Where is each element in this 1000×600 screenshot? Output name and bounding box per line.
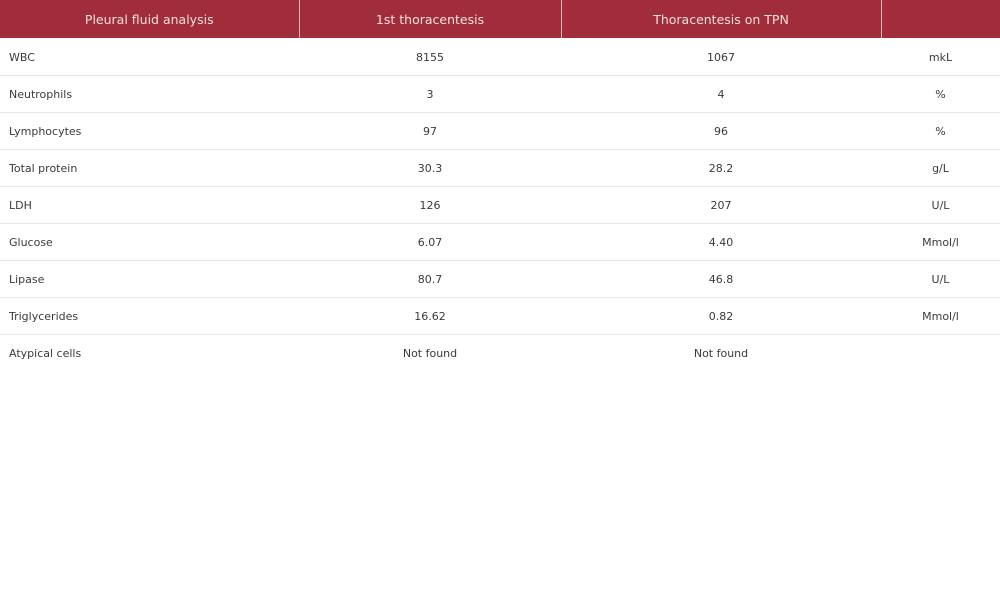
cell-parameter: Neutrophils (0, 75, 299, 113)
cell-thoracentesis-on-tpn: Not found (693, 346, 749, 360)
cell-first-thoracentesis: 80.7 (299, 260, 561, 298)
cell-unit: U/L (881, 260, 1000, 298)
cell-unit (881, 335, 1000, 372)
cell-thoracentesis-on-tpn: 96 (561, 112, 881, 150)
cell-parameter: Lymphocytes (0, 112, 299, 150)
cell-first-thoracentesis: 6.07 (299, 223, 561, 261)
cell-first-thoracentesis: 97 (299, 112, 561, 150)
table-row: Triglycerides 16.62 0.82 Mmol/l (0, 297, 1000, 335)
cell-first-thoracentesis: 8155 (299, 38, 561, 76)
cell-unit: % (881, 112, 1000, 150)
cell-first-thoracentesis: 3 (299, 75, 561, 113)
cell-thoracentesis-on-tpn: 46.8 (561, 260, 881, 298)
table-header: Pleural fluid analysis 1st thoracentesis… (0, 0, 1000, 39)
table-row: Atypical cells Not found Not found (0, 335, 1000, 372)
header-parameter: Pleural fluid analysis (0, 0, 299, 39)
table-row: Lipase 80.7 46.8 U/L (0, 260, 1000, 298)
cell-thoracentesis-on-tpn: 4.40 (561, 223, 881, 261)
cell-parameter: Atypical cells (9, 346, 82, 360)
cell-unit: % (881, 75, 1000, 113)
table-body: WBC 8155 1067 mkL Neutrophils 3 4% Lymphocytes 9… (0, 38, 1000, 372)
cell-first-thoracentesis: Not found (402, 346, 458, 360)
cell-unit: mkL (881, 38, 1000, 76)
cell-first-thoracentesis: 126 (299, 186, 561, 224)
table-row: Neutrophils 3 4% (0, 75, 1000, 113)
header-row: Pleural fluid analysis 1st thoracentesis… (0, 0, 1000, 39)
table-row: Glucose 6.07 4.40 Mmol/l (0, 223, 1000, 261)
cell-parameter: Glucose (0, 223, 299, 261)
cell-thoracentesis-on-tpn: 0.82 (561, 297, 881, 335)
cell-thoracentesis-on-tpn: 4 (561, 75, 881, 113)
pleural-fluid-table: Pleural fluid analysis 1st thoracentesis… (0, 0, 1000, 371)
table-row: LDH 126 207 U/L (0, 186, 1000, 224)
cell-thoracentesis-on-tpn: 207 (561, 186, 881, 224)
cell-unit: Mmol/l (881, 223, 1000, 261)
cell-parameter: LDH (0, 186, 299, 224)
header-thoracentesis-on-tpn: Thoracentesis on TPN (560, 0, 881, 39)
table-row: WBC 8155 1067 mkL (0, 38, 1000, 76)
table-row: Total protein 30.3 28.2 g/L (0, 149, 1000, 187)
cell-thoracentesis-on-tpn: 28.2 (561, 149, 881, 187)
header-unit (880, 0, 1000, 39)
cell-parameter: WBC (0, 38, 299, 76)
table-row: Lymphocytes 97 96% (0, 112, 1000, 150)
cell-thoracentesis-on-tpn: 1067 (561, 38, 881, 76)
cell-first-thoracentesis: 30.3 (299, 149, 561, 187)
cell-unit: U/L (881, 186, 1000, 224)
cell-unit: g/L (881, 149, 1000, 187)
cell-parameter: Total protein (0, 149, 299, 187)
cell-unit: Mmol/l (881, 297, 1000, 335)
cell-first-thoracentesis: 16.62 (299, 297, 561, 335)
cell-parameter: Lipase (0, 260, 299, 298)
cell-parameter: Triglycerides (0, 297, 299, 335)
header-first-thoracentesis: 1st thoracentesis (298, 0, 561, 39)
